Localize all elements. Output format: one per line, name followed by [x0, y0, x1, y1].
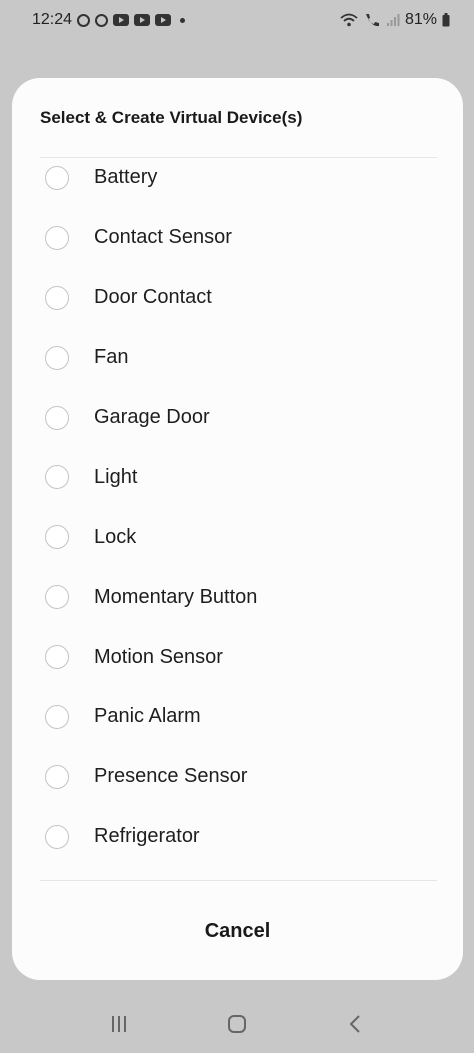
- device-options-list: Battery Contact Sensor Door Contact Fan …: [40, 148, 437, 867]
- option-label: Momentary Button: [94, 585, 258, 608]
- recent-apps-icon: [112, 1016, 126, 1032]
- option-label: Contact Sensor: [94, 226, 232, 249]
- option-battery[interactable]: Battery: [40, 148, 437, 208]
- navigation-bar: [0, 995, 474, 1053]
- radio-button[interactable]: [45, 165, 69, 190]
- option-label: Panic Alarm: [94, 705, 201, 728]
- radio-button[interactable]: [45, 405, 69, 430]
- option-label: Door Contact: [94, 286, 212, 309]
- option-momentary-button[interactable]: Momentary Button: [40, 567, 437, 627]
- radio-button[interactable]: [45, 704, 69, 729]
- option-label: Motion Sensor: [94, 645, 223, 668]
- dialog-title: Select & Create Virtual Device(s): [40, 108, 303, 127]
- status-left: 12:24: [32, 11, 186, 29]
- virtual-device-dialog: Select & Create Virtual Device(s) Batter…: [12, 78, 463, 980]
- back-button[interactable]: [335, 1004, 375, 1044]
- radio-button[interactable]: [45, 525, 69, 550]
- battery-percent: 81%: [404, 11, 437, 28]
- back-icon: [349, 1015, 360, 1033]
- option-label: Battery: [94, 166, 158, 189]
- option-label: Garage Door: [94, 406, 210, 428]
- wifi-icon: [340, 13, 358, 27]
- option-lock[interactable]: Lock: [40, 507, 437, 567]
- radio-button[interactable]: [45, 645, 69, 670]
- option-fan[interactable]: Fan: [40, 328, 437, 388]
- notification-circle-icon: [77, 13, 91, 27]
- youtube-notification-icon: [155, 14, 172, 26]
- signal-icon: [386, 14, 400, 26]
- option-light[interactable]: Light: [40, 447, 437, 507]
- option-label: Fan: [94, 346, 129, 369]
- more-notifications-dot-icon: [180, 17, 186, 23]
- option-label: Refrigerator: [94, 825, 200, 848]
- option-refrigerator[interactable]: Refrigerator: [40, 807, 437, 867]
- radio-button[interactable]: [45, 585, 69, 610]
- option-panic-alarm[interactable]: Panic Alarm: [40, 687, 437, 747]
- option-door-contact[interactable]: Door Contact: [40, 268, 437, 328]
- divider: [40, 880, 437, 881]
- status-bar: 12:24 81%: [0, 0, 474, 40]
- status-time: 12:24: [32, 11, 73, 28]
- wifi-call-icon: [365, 14, 379, 27]
- radio-button[interactable]: [45, 824, 69, 849]
- home-icon: [228, 1015, 246, 1033]
- option-label: Presence Sensor: [94, 765, 248, 788]
- youtube-notification-icon: [134, 14, 151, 26]
- option-label: Lock: [94, 525, 137, 548]
- option-label: Light: [94, 465, 138, 488]
- radio-button[interactable]: [45, 764, 69, 789]
- option-presence-sensor[interactable]: Presence Sensor: [40, 747, 437, 807]
- option-contact-sensor[interactable]: Contact Sensor: [40, 208, 437, 268]
- radio-button[interactable]: [45, 465, 69, 490]
- cancel-button[interactable]: Cancel: [12, 898, 463, 964]
- radio-button[interactable]: [45, 285, 69, 310]
- radio-button[interactable]: [45, 345, 69, 370]
- youtube-notification-icon: [113, 14, 130, 26]
- notification-circle-icon: [95, 13, 109, 27]
- radio-button[interactable]: [45, 225, 69, 250]
- home-button[interactable]: [217, 1004, 257, 1044]
- battery-icon: [442, 13, 450, 27]
- recent-apps-button[interactable]: [99, 1004, 139, 1044]
- status-right: 81%: [340, 11, 450, 29]
- option-garage-door[interactable]: Garage Door: [40, 388, 437, 448]
- option-motion-sensor[interactable]: Motion Sensor: [40, 627, 437, 687]
